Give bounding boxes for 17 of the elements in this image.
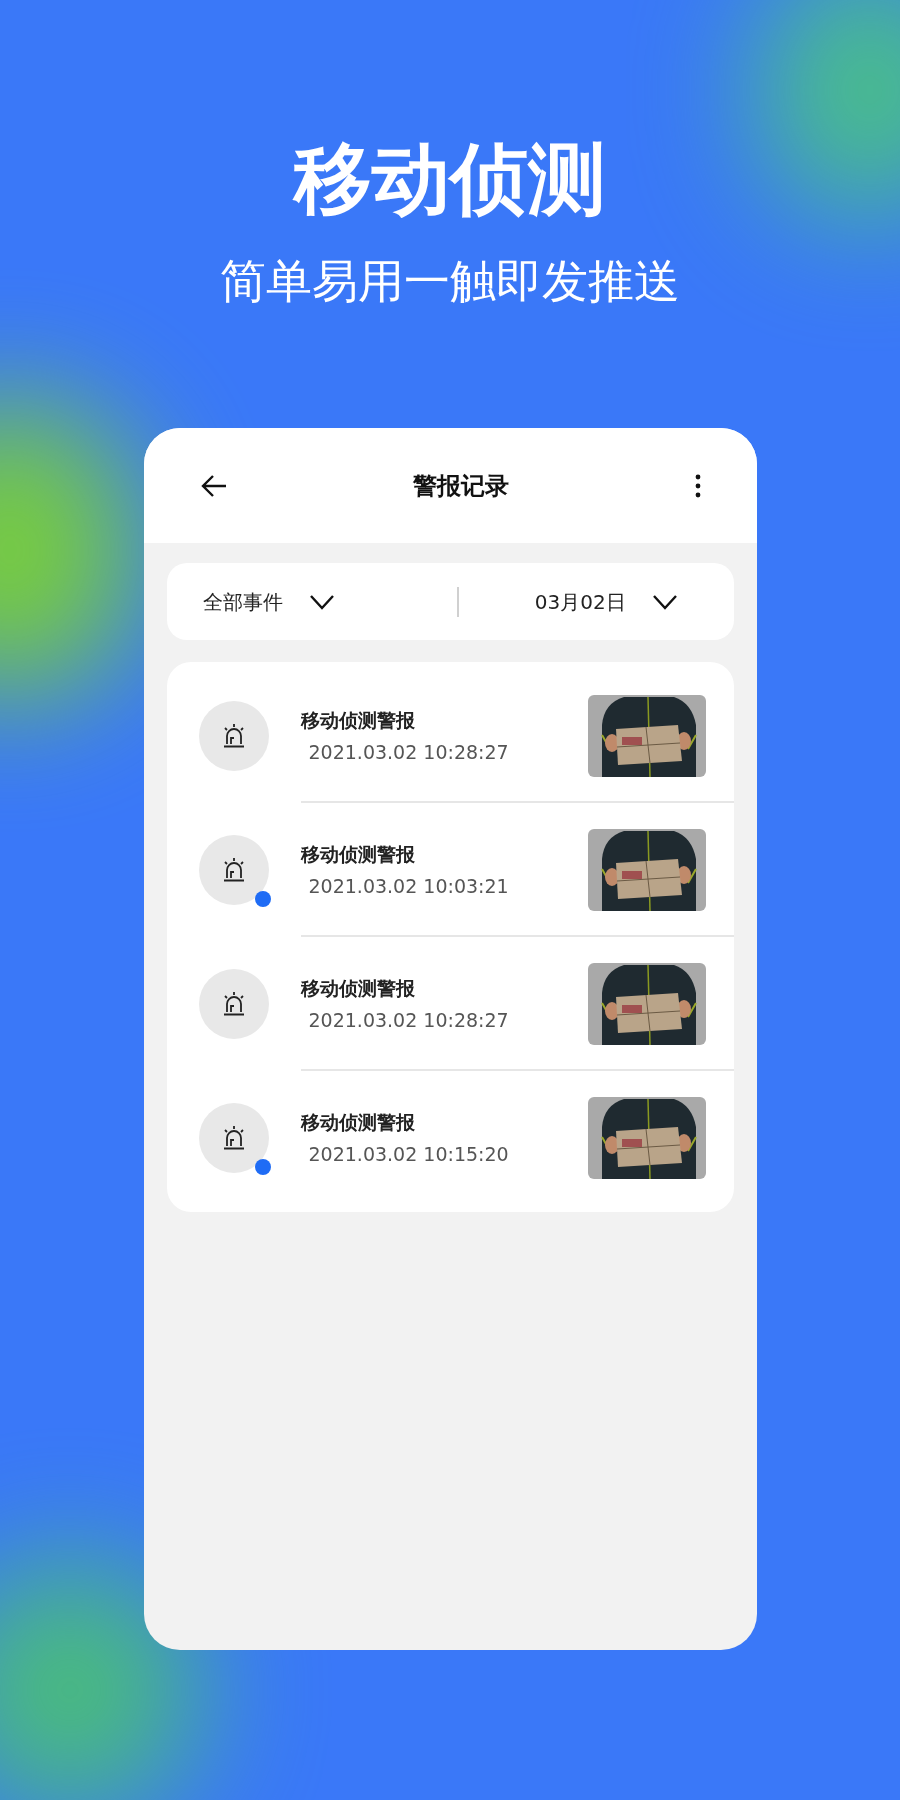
screen-title: 警报记录 <box>413 470 509 502</box>
alert-time: 2021.03.02 10:28:27 <box>307 1008 510 1033</box>
dropdown-chevron-icon <box>308 593 335 610</box>
alert-title: 移动侦测警报 <box>300 975 416 1001</box>
subheadline: 简单易用一触即发推送 <box>220 258 680 304</box>
alert-time: 2021.03.02 10:28:27 <box>307 740 510 765</box>
more-options-icon[interactable] <box>694 473 701 498</box>
alert-title: 移动侦测警报 <box>300 1109 416 1135</box>
filter-dropdown[interactable]: 全部事件 <box>166 586 457 617</box>
headline: 移动侦测 <box>294 140 606 218</box>
alert-time: 2021.03.02 10:03:21 <box>307 874 510 899</box>
dropdown-chevron-icon <box>651 593 678 610</box>
back-arrow-icon[interactable] <box>199 473 228 498</box>
alert-time: 2021.03.02 10:15:20 <box>307 1142 510 1167</box>
filter-dropdown[interactable]: 03月02日 <box>459 586 734 617</box>
alert-title: 移动侦测警报 <box>300 841 416 867</box>
alert-title: 移动侦测警报 <box>300 707 416 733</box>
